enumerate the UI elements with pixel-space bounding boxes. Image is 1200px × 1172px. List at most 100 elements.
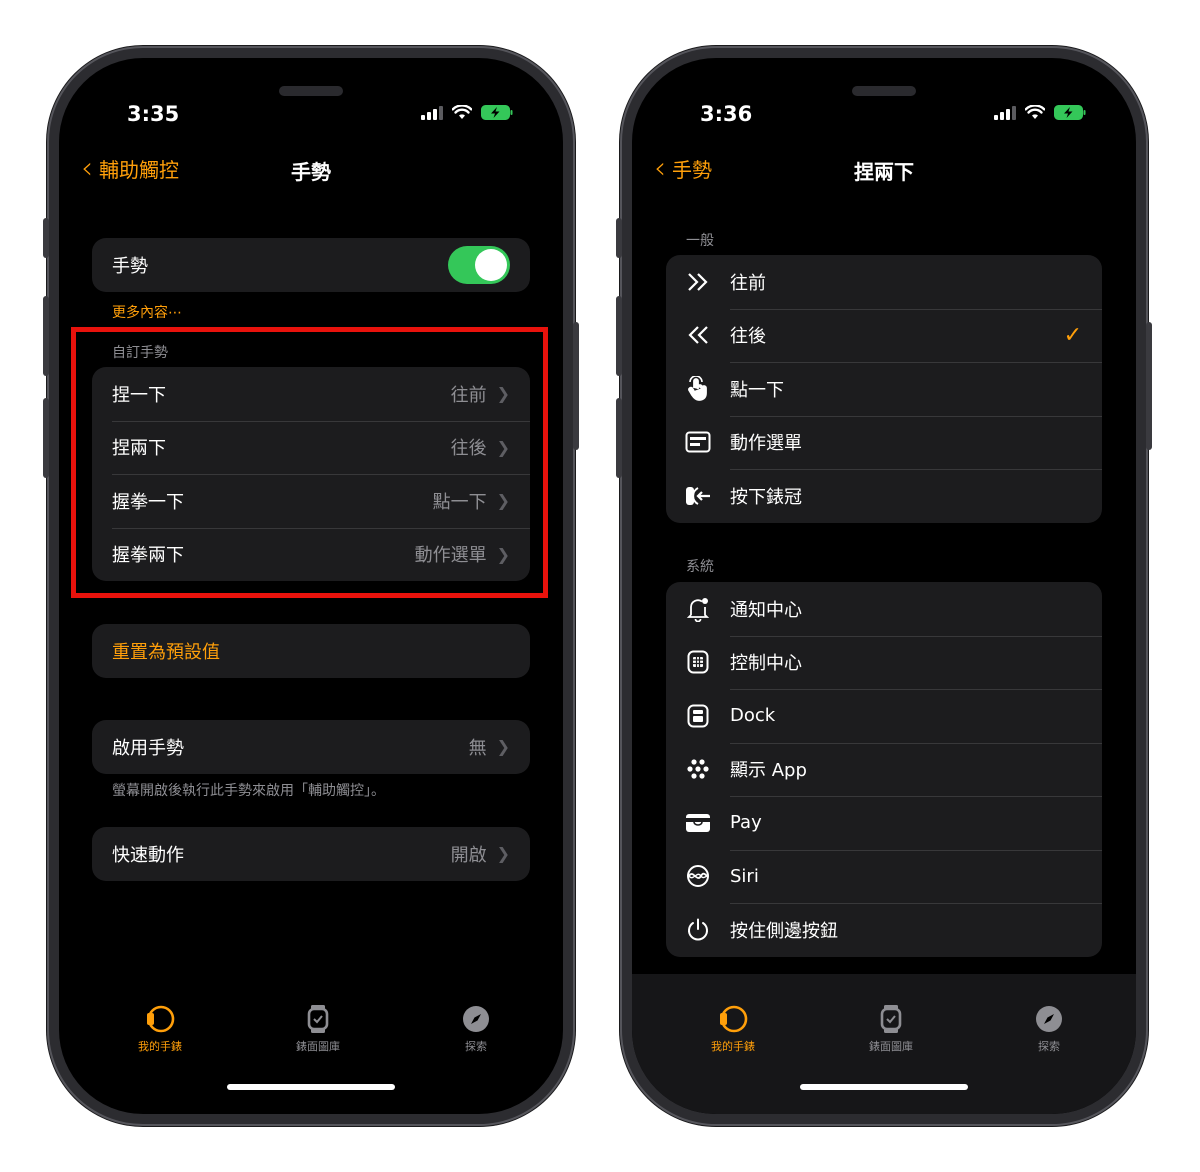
- bell-icon: [686, 597, 710, 622]
- highlight-box: [71, 327, 548, 598]
- double-chevron-right-icon: [688, 272, 708, 291]
- gestures-toggle-label: 手勢: [112, 255, 148, 277]
- option-label: 通知中心: [730, 599, 802, 621]
- option-row-action-menu[interactable]: 動作選單: [666, 415, 1102, 470]
- gestures-toggle[interactable]: [448, 245, 510, 284]
- wallet-icon: [686, 813, 710, 832]
- enable-gesture-footnote: 螢幕開啟後執行此手勢來啟用「輔助觸控」。: [112, 783, 385, 799]
- my-watch-icon: [147, 1005, 175, 1033]
- mute-switch: [616, 218, 622, 258]
- status-icons: [421, 105, 513, 120]
- general-options-group: 往前 往後 ✓ 點一下 動作選單 按下錶冠: [666, 255, 1102, 523]
- option-label: 往前: [730, 272, 766, 294]
- volume-down-button: [43, 398, 49, 478]
- siri-icon: [687, 865, 709, 888]
- option-row-back[interactable]: 往後 ✓: [666, 308, 1102, 363]
- tab-label: 錶面圖庫: [869, 1040, 913, 1053]
- cellular-signal-icon: [994, 105, 1016, 120]
- more-content-link[interactable]: 更多內容⋯: [112, 302, 182, 322]
- navigation-bar: ‹ 手勢 捏兩下: [632, 150, 1136, 190]
- home-indicator[interactable]: [800, 1084, 968, 1090]
- tab-face-gallery[interactable]: 錶面圖庫: [278, 1004, 358, 1054]
- tab-my-watch[interactable]: 我的手錶: [693, 1004, 773, 1054]
- row-label: 快速動作: [112, 844, 184, 866]
- right-screen: 3:36 ‹ 手勢 捏兩下 一般 往前 往後 ✓ 點一下 動作選單 按下錶冠 系…: [632, 58, 1136, 1114]
- volume-up-button: [616, 296, 622, 376]
- navigation-bar: ‹ 輔助觸控 手勢: [59, 150, 563, 190]
- side-button: [573, 322, 579, 450]
- gestures-toggle-group: 手勢: [92, 238, 530, 292]
- option-label: Pay: [730, 812, 762, 834]
- tap-hand-icon: [688, 375, 707, 401]
- home-indicator[interactable]: [227, 1084, 395, 1090]
- right-phone: 3:36 ‹ 手勢 捏兩下 一般 往前 往後 ✓ 點一下 動作選單 按下錶冠 系…: [616, 46, 1152, 1126]
- row-value: 無: [468, 737, 487, 759]
- option-label: 往後: [730, 326, 766, 348]
- chevron-right-icon: ❯: [496, 844, 510, 864]
- tab-face-gallery[interactable]: 錶面圖庫: [851, 1004, 931, 1054]
- compass-icon: [463, 1006, 489, 1032]
- action-menu-icon: [685, 431, 711, 453]
- option-label: 按住側邊按鈕: [730, 920, 838, 942]
- system-section-header: 系統: [686, 559, 714, 575]
- watch-face-gallery-icon: [307, 1005, 329, 1033]
- option-row-control-center[interactable]: 控制中心: [666, 635, 1102, 690]
- my-watch-icon: [720, 1005, 748, 1033]
- status-time: 3:35: [127, 102, 180, 126]
- option-row-tap[interactable]: 點一下: [666, 362, 1102, 416]
- quick-actions-group: 快速動作 開啟 ❯: [92, 827, 530, 881]
- dock-icon: [687, 704, 709, 728]
- option-label: 控制中心: [730, 653, 802, 675]
- tab-discover[interactable]: 探索: [436, 1004, 516, 1054]
- gestures-toggle-row: 手勢: [92, 238, 530, 292]
- general-section-header: 一般: [686, 233, 714, 249]
- digital-crown-icon: [686, 486, 710, 505]
- option-label: Siri: [730, 865, 759, 887]
- watch-face-gallery-icon: [880, 1005, 902, 1033]
- reset-group: 重置為預設值: [92, 624, 530, 678]
- option-label: 按下錶冠: [730, 486, 802, 508]
- dynamic-island: [279, 86, 343, 96]
- reset-label: 重置為預設值: [112, 641, 220, 663]
- battery-charging-icon: [481, 105, 513, 120]
- option-row-apple-pay[interactable]: Pay: [666, 796, 1102, 850]
- option-row-dock[interactable]: Dock: [666, 689, 1102, 743]
- volume-down-button: [616, 398, 622, 478]
- option-label: 動作選單: [730, 433, 802, 455]
- tab-bar: 我的手錶 錶面圖庫 探索: [632, 974, 1136, 1114]
- checkmark-icon: ✓: [1063, 322, 1082, 348]
- dynamic-island: [852, 86, 916, 96]
- tab-label: 我的手錶: [711, 1040, 755, 1053]
- toggle-knob: [475, 248, 507, 281]
- tab-label: 我的手錶: [138, 1040, 182, 1053]
- wifi-icon: [1025, 105, 1045, 119]
- option-row-press-crown[interactable]: 按下錶冠: [666, 469, 1102, 523]
- tab-discover[interactable]: 探索: [1009, 1004, 1089, 1054]
- option-row-show-app[interactable]: 顯示 App: [666, 742, 1102, 797]
- enable-gesture-row[interactable]: 啟用手勢 無 ❯: [92, 720, 530, 774]
- option-row-notification-center[interactable]: 通知中心: [666, 582, 1102, 636]
- enable-gesture-group: 啟用手勢 無 ❯: [92, 720, 530, 774]
- side-button: [1146, 322, 1152, 450]
- page-title: 捏兩下: [854, 160, 914, 184]
- row-label: 啟用手勢: [112, 737, 184, 759]
- option-row-siri[interactable]: Siri: [666, 849, 1102, 904]
- tab-label: 錶面圖庫: [296, 1040, 340, 1053]
- status-time: 3:36: [700, 102, 753, 126]
- reset-button[interactable]: 重置為預設值: [92, 624, 530, 678]
- wifi-icon: [452, 105, 472, 119]
- page-title: 手勢: [291, 160, 331, 184]
- chevron-right-icon: ❯: [496, 737, 510, 757]
- option-row-hold-side-button[interactable]: 按住側邊按鈕: [666, 903, 1102, 957]
- row-value: 開啟: [450, 844, 487, 866]
- double-chevron-left-icon: [688, 326, 708, 345]
- app-grid-icon: [687, 759, 709, 779]
- tab-my-watch[interactable]: 我的手錶: [120, 1004, 200, 1054]
- option-row-forward[interactable]: 往前: [666, 255, 1102, 309]
- power-icon: [688, 918, 708, 941]
- mute-switch: [43, 218, 49, 258]
- option-label: 點一下: [730, 379, 784, 401]
- tab-bar: 我的手錶 錶面圖庫 探索: [59, 974, 563, 1114]
- compass-icon: [1036, 1006, 1062, 1032]
- quick-actions-row[interactable]: 快速動作 開啟 ❯: [92, 827, 530, 881]
